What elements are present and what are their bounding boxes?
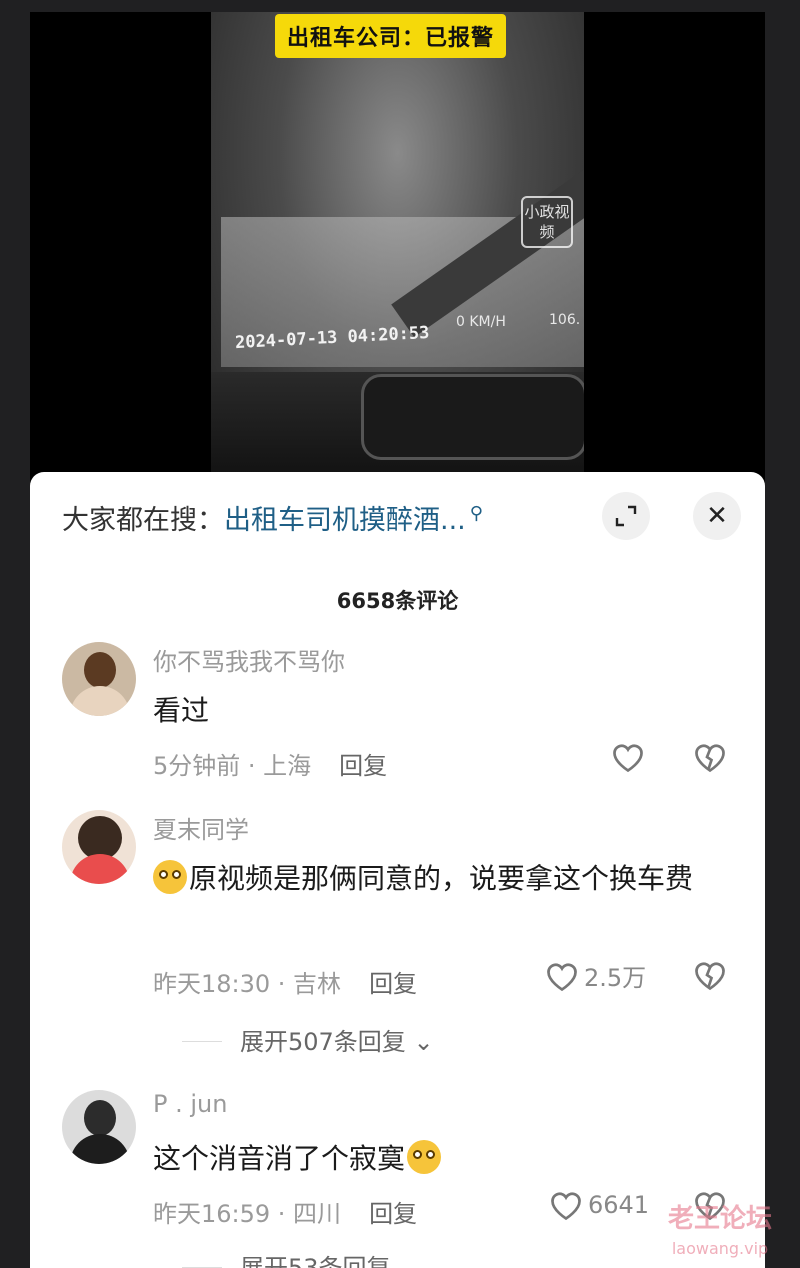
comment-text: 这个消音消了个寂寞 bbox=[153, 1134, 743, 1184]
site-watermark: 老王论坛 laowang.vip bbox=[668, 1204, 772, 1264]
video-caption: 出租车公司：已报警 bbox=[275, 14, 507, 58]
comment-text: 看过 bbox=[153, 694, 210, 727]
chevron-down-icon: ⌄ bbox=[390, 1254, 419, 1268]
reply-button[interactable]: 回复 bbox=[369, 1200, 417, 1228]
video-watermark: 小政视频 bbox=[521, 196, 573, 248]
reply-button[interactable]: 回复 bbox=[369, 970, 417, 998]
site-watermark-url: laowang.vip bbox=[671, 1239, 769, 1258]
flushed-emoji-icon bbox=[153, 860, 187, 894]
heart-icon bbox=[613, 744, 643, 773]
like-count: 2.5万 bbox=[584, 964, 647, 992]
like-button[interactable]: 2.5万 bbox=[544, 958, 646, 993]
heart-icon bbox=[551, 1192, 581, 1221]
close-icon: ✕ bbox=[706, 501, 728, 531]
like-button[interactable] bbox=[610, 740, 646, 774]
expand-replies-button[interactable]: 展开507条回复 ⌄ bbox=[182, 1022, 434, 1057]
reply-button[interactable]: 回复 bbox=[339, 752, 387, 780]
video-frame-screen bbox=[361, 374, 584, 460]
broken-heart-icon bbox=[695, 744, 725, 773]
search-suggestion[interactable]: 大家都在搜：出租车司机摸醉酒... ⚲ bbox=[62, 498, 483, 537]
comment-text: 原视频是那俩同意的，说要拿这个换车费 bbox=[153, 854, 743, 904]
chevron-down-icon: ⌄ bbox=[405, 1028, 434, 1056]
comment-username[interactable]: 夏末同学 bbox=[153, 810, 249, 845]
comment-meta: 昨天16:59 · 四川 回复 bbox=[153, 1194, 417, 1229]
search-prefix: 大家都在搜： bbox=[62, 505, 224, 536]
comment-time-location: 昨天18:30 · 吉林 bbox=[153, 970, 342, 998]
broken-heart-icon bbox=[695, 962, 725, 991]
comment-meta: 昨天18:30 · 吉林 回复 bbox=[153, 964, 417, 999]
comment-meta: 5分钟前 · 上海 回复 bbox=[153, 746, 387, 781]
like-count: 6641 bbox=[588, 1191, 650, 1219]
avatar[interactable] bbox=[62, 810, 136, 884]
dislike-button[interactable] bbox=[692, 740, 728, 774]
search-query[interactable]: 出租车司机摸醉酒... bbox=[224, 505, 466, 536]
avatar[interactable] bbox=[62, 642, 136, 716]
site-watermark-name: 老王论坛 bbox=[668, 1204, 773, 1234]
expand-replies-button[interactable]: 展开53条回复 ⌄ bbox=[182, 1248, 418, 1268]
close-button[interactable]: ✕ bbox=[693, 492, 741, 540]
dislike-button[interactable] bbox=[692, 958, 728, 992]
comment-username[interactable]: 你不骂我我不骂你 bbox=[153, 642, 345, 677]
pleading-emoji-icon bbox=[407, 1140, 442, 1174]
expand-icon bbox=[615, 505, 637, 527]
comments-count: 6658条评论 bbox=[336, 589, 459, 613]
comment-username[interactable]: P . jun bbox=[153, 1090, 227, 1118]
expand-button[interactable] bbox=[602, 492, 650, 540]
comment-item: 夏末同学 原视频是那俩同意的，说要拿这个换车费 昨天18:30 · 吉林 回复 2… bbox=[62, 810, 742, 1060]
comment-time-location: 昨天16:59 · 四川 bbox=[153, 1200, 342, 1228]
heart-icon bbox=[547, 962, 577, 991]
avatar[interactable] bbox=[62, 1090, 136, 1164]
video-speed-value: 106. bbox=[549, 312, 581, 328]
comment-item: 你不骂我我不骂你 看过 5分钟前 · 上海 回复 bbox=[62, 642, 742, 782]
video-player[interactable]: 出租车公司：已报警 2024-07-13 04:20:53 0 KM/H 106… bbox=[211, 12, 584, 482]
search-icon[interactable]: ⚲ bbox=[470, 503, 483, 524]
comment-item: P . jun 这个消音消了个寂寞 昨天16:59 · 四川 回复 6641 展开… bbox=[62, 1090, 742, 1268]
comments-sheet: 大家都在搜：出租车司机摸醉酒... ⚲ ✕ 6658条评论 你不骂我我不骂你 看过… bbox=[30, 472, 765, 1268]
like-button[interactable]: 6641 bbox=[548, 1188, 649, 1222]
video-speed: 0 KM/H bbox=[456, 314, 506, 330]
comment-time-location: 5分钟前 · 上海 bbox=[153, 752, 312, 780]
